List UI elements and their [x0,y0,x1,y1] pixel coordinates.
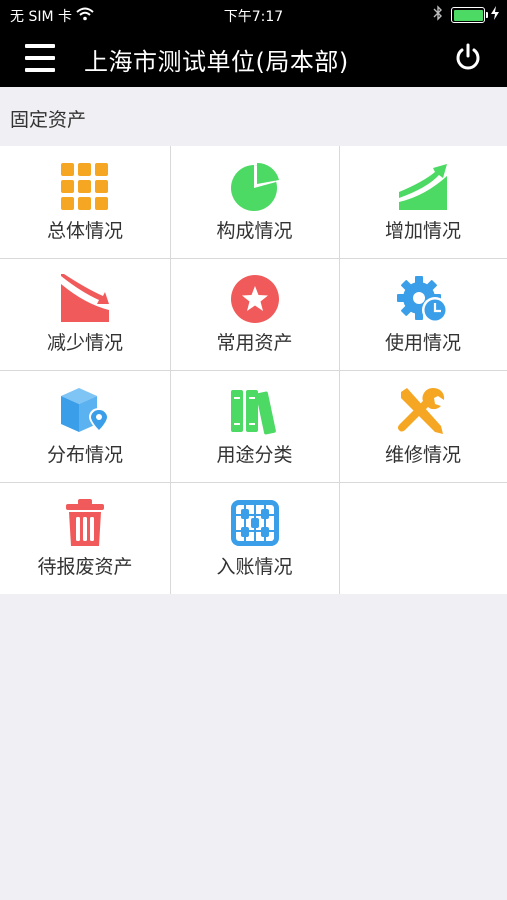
menu-item-increase[interactable]: 增加情况 [339,146,507,258]
menu-item-usage[interactable]: 使用情况 [339,258,507,370]
battery-icon [451,7,488,23]
box-location-icon [59,386,111,436]
trend-up-icon [397,162,449,212]
asset-menu-grid: 总体情况 构成情况 增加情况 减少情况 常用资产 使用情况 分布情况 用途分类 … [0,146,507,594]
menu-item-accounting[interactable]: 入账情况 [170,482,339,594]
menu-item-label: 构成情况 [216,220,293,242]
menu-item-purpose-category[interactable]: 用途分类 [170,370,339,482]
menu-item-label: 常用资产 [216,332,293,354]
menu-item-label: 入账情况 [216,556,293,578]
hamburger-menu-icon[interactable] [25,43,57,73]
gear-clock-icon [397,274,449,324]
status-time: 下午7:17 [223,9,284,25]
menu-item-label: 总体情况 [46,220,123,242]
status-bar: 无 SIM 卡 下午7:17 [0,0,507,30]
empty-grid-cell [339,482,507,594]
trend-down-icon [59,274,111,324]
pie-chart-icon [229,162,281,212]
section-title: 固定资产 [10,109,87,131]
tools-icon [397,386,449,436]
charging-icon [491,6,499,24]
menu-item-label: 使用情况 [384,332,461,354]
power-icon[interactable] [453,42,483,72]
grid-icon [59,162,111,212]
menu-item-label: 维修情况 [384,444,461,466]
menu-item-common-assets[interactable]: 常用资产 [170,258,339,370]
menu-item-decrease[interactable]: 减少情况 [0,258,170,370]
menu-item-label: 减少情况 [46,332,123,354]
bluetooth-icon [433,5,443,25]
menu-item-composition[interactable]: 构成情况 [170,146,339,258]
abacus-icon [229,498,281,548]
star-icon [229,274,281,324]
menu-item-pending-scrap[interactable]: 待报废资产 [0,482,170,594]
menu-item-label: 待报废资产 [37,556,133,578]
page-title: 上海市测试单位(局本部) [84,48,349,76]
menu-item-label: 分布情况 [46,444,123,466]
trash-icon [59,498,111,548]
menu-item-overall[interactable]: 总体情况 [0,146,170,258]
menu-item-maintenance[interactable]: 维修情况 [339,370,507,482]
menu-item-label: 用途分类 [216,444,293,466]
menu-item-distribution[interactable]: 分布情况 [0,370,170,482]
status-right [433,5,499,25]
books-icon [229,386,281,436]
nav-bar: 上海市测试单位(局本部) [0,30,507,87]
menu-item-label: 增加情况 [384,220,461,242]
